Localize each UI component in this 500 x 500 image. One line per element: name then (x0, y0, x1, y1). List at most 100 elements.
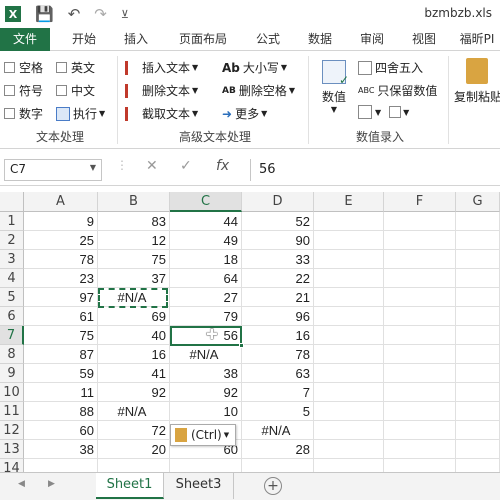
select-all-corner[interactable] (0, 192, 24, 212)
undo-icon[interactable]: ↶ (68, 5, 81, 23)
numeric-button[interactable]: ✓ 数值 ▼ (316, 58, 352, 120)
cell-b3[interactable]: 75 (98, 250, 170, 269)
delete-space-button[interactable]: AB 删除空格 ▼ (222, 82, 295, 99)
symbol-checkbox[interactable]: 符号 (4, 82, 43, 99)
cell-c1[interactable]: 44 (170, 212, 242, 231)
case-button[interactable]: Ab 大小写 ▼ (222, 59, 287, 76)
cell-b6[interactable]: 69 (98, 307, 170, 326)
save-icon[interactable]: 💾 (35, 5, 54, 23)
cell-e1[interactable] (314, 212, 384, 231)
row-header-11[interactable]: 11 (0, 402, 24, 421)
cell-b7[interactable]: 40 (98, 326, 170, 345)
cell-b13[interactable]: 20 (98, 440, 170, 459)
cell-g2[interactable] (456, 231, 500, 250)
row-header-10[interactable]: 10 (0, 383, 24, 402)
cell-e9[interactable] (314, 364, 384, 383)
sheet-tab-sheet1[interactable]: Sheet1 (96, 473, 164, 499)
cell-d13[interactable]: 28 (242, 440, 314, 459)
column-header-d[interactable]: D (242, 192, 314, 212)
cell-g12[interactable] (456, 421, 500, 440)
cell-f8[interactable] (384, 345, 456, 364)
cell-a4[interactable]: 23 (24, 269, 98, 288)
cell-a11[interactable]: 88 (24, 402, 98, 421)
cell-f12[interactable] (384, 421, 456, 440)
cell-a7[interactable]: 75 (24, 326, 98, 345)
cell-e6[interactable] (314, 307, 384, 326)
cell-g7[interactable] (456, 326, 500, 345)
spreadsheet-grid[interactable]: A B C D E F G 1 9 83 44 52 2 25 12 49 90 3 78 75 18 33 4 23 37 64… (0, 192, 500, 478)
cell-e7[interactable] (314, 326, 384, 345)
cell-e10[interactable] (314, 383, 384, 402)
cell-d2[interactable]: 90 (242, 231, 314, 250)
cell-d6[interactable]: 96 (242, 307, 314, 326)
cell-b11[interactable]: #N/A (98, 402, 170, 421)
cell-g6[interactable] (456, 307, 500, 326)
cell-f3[interactable] (384, 250, 456, 269)
scroll-left-icon[interactable]: ◀ (18, 479, 25, 489)
cell-a1[interactable]: 9 (24, 212, 98, 231)
english-checkbox[interactable]: 英文 (56, 59, 95, 76)
cell-f9[interactable] (384, 364, 456, 383)
cell-f10[interactable] (384, 383, 456, 402)
cell-e8[interactable] (314, 345, 384, 364)
cancel-icon[interactable]: ✕ (146, 158, 158, 174)
tab-foxit[interactable]: 福昕PI (454, 28, 500, 51)
paste-options-button[interactable]: (Ctrl) ▼ (170, 424, 236, 446)
insert-function-icon[interactable]: fx (216, 158, 229, 174)
cell-f2[interactable] (384, 231, 456, 250)
cell-d10[interactable]: 7 (242, 383, 314, 402)
delete-text-button[interactable]: 删除文本 ▼ (125, 82, 198, 99)
cell-f13[interactable] (384, 440, 456, 459)
tab-file[interactable]: 文件 (0, 28, 50, 51)
pin-icon[interactable]: ⊻ (121, 8, 129, 21)
cell-e3[interactable] (314, 250, 384, 269)
cell-g1[interactable] (456, 212, 500, 231)
cell-d1[interactable]: 52 (242, 212, 314, 231)
execute-button[interactable]: 执行 ▼ (56, 105, 105, 122)
cell-b1[interactable]: 83 (98, 212, 170, 231)
enter-icon[interactable]: ✓ (180, 158, 192, 174)
cell-b8[interactable]: 16 (98, 345, 170, 364)
cell-g9[interactable] (456, 364, 500, 383)
cell-d9[interactable]: 63 (242, 364, 314, 383)
cell-b10[interactable]: 92 (98, 383, 170, 402)
cell-b2[interactable]: 12 (98, 231, 170, 250)
cell-g10[interactable] (456, 383, 500, 402)
cell-g4[interactable] (456, 269, 500, 288)
cell-d8[interactable]: 78 (242, 345, 314, 364)
scroll-right-icon[interactable]: ▶ (48, 479, 55, 489)
cell-c3[interactable]: 18 (170, 250, 242, 269)
row-header-5[interactable]: 5 (0, 288, 24, 307)
cell-d4[interactable]: 22 (242, 269, 314, 288)
cell-b12[interactable]: 72 (98, 421, 170, 440)
extract-text-button[interactable]: 截取文本 ▼ (125, 105, 198, 122)
keep-values-button[interactable]: ABC 只保留数值 (358, 82, 437, 99)
cell-d11[interactable]: 5 (242, 402, 314, 421)
name-box[interactable]: C7 ▼ (4, 159, 102, 181)
tab-review[interactable]: 审阅 (350, 28, 394, 51)
row-header-12[interactable]: 12 (0, 421, 24, 440)
cell-e12[interactable] (314, 421, 384, 440)
column-header-g[interactable]: G (456, 192, 500, 212)
cell-a3[interactable]: 78 (24, 250, 98, 269)
cell-d5[interactable]: 21 (242, 288, 314, 307)
insert-text-button[interactable]: 插入文本 ▼ (125, 59, 198, 76)
number-checkbox[interactable]: 数字 (4, 105, 43, 122)
cell-g5[interactable] (456, 288, 500, 307)
cell-d3[interactable]: 33 (242, 250, 314, 269)
cell-e5[interactable] (314, 288, 384, 307)
row-header-7[interactable]: 7 (0, 326, 24, 345)
cell-b5[interactable]: #N/A (98, 288, 170, 307)
add-sheet-icon[interactable]: + (264, 477, 282, 495)
cell-f7[interactable] (384, 326, 456, 345)
cell-c10[interactable]: 92 (170, 383, 242, 402)
cell-c6[interactable]: 79 (170, 307, 242, 326)
redo-icon[interactable]: ↷ (94, 5, 107, 23)
row-header-13[interactable]: 13 (0, 440, 24, 459)
tab-formulas[interactable]: 公式 (246, 28, 290, 51)
cell-g8[interactable] (456, 345, 500, 364)
cell-f11[interactable] (384, 402, 456, 421)
column-header-a[interactable]: A (24, 192, 98, 212)
cell-b4[interactable]: 37 (98, 269, 170, 288)
tab-page-layout[interactable]: 页面布局 (168, 28, 238, 51)
